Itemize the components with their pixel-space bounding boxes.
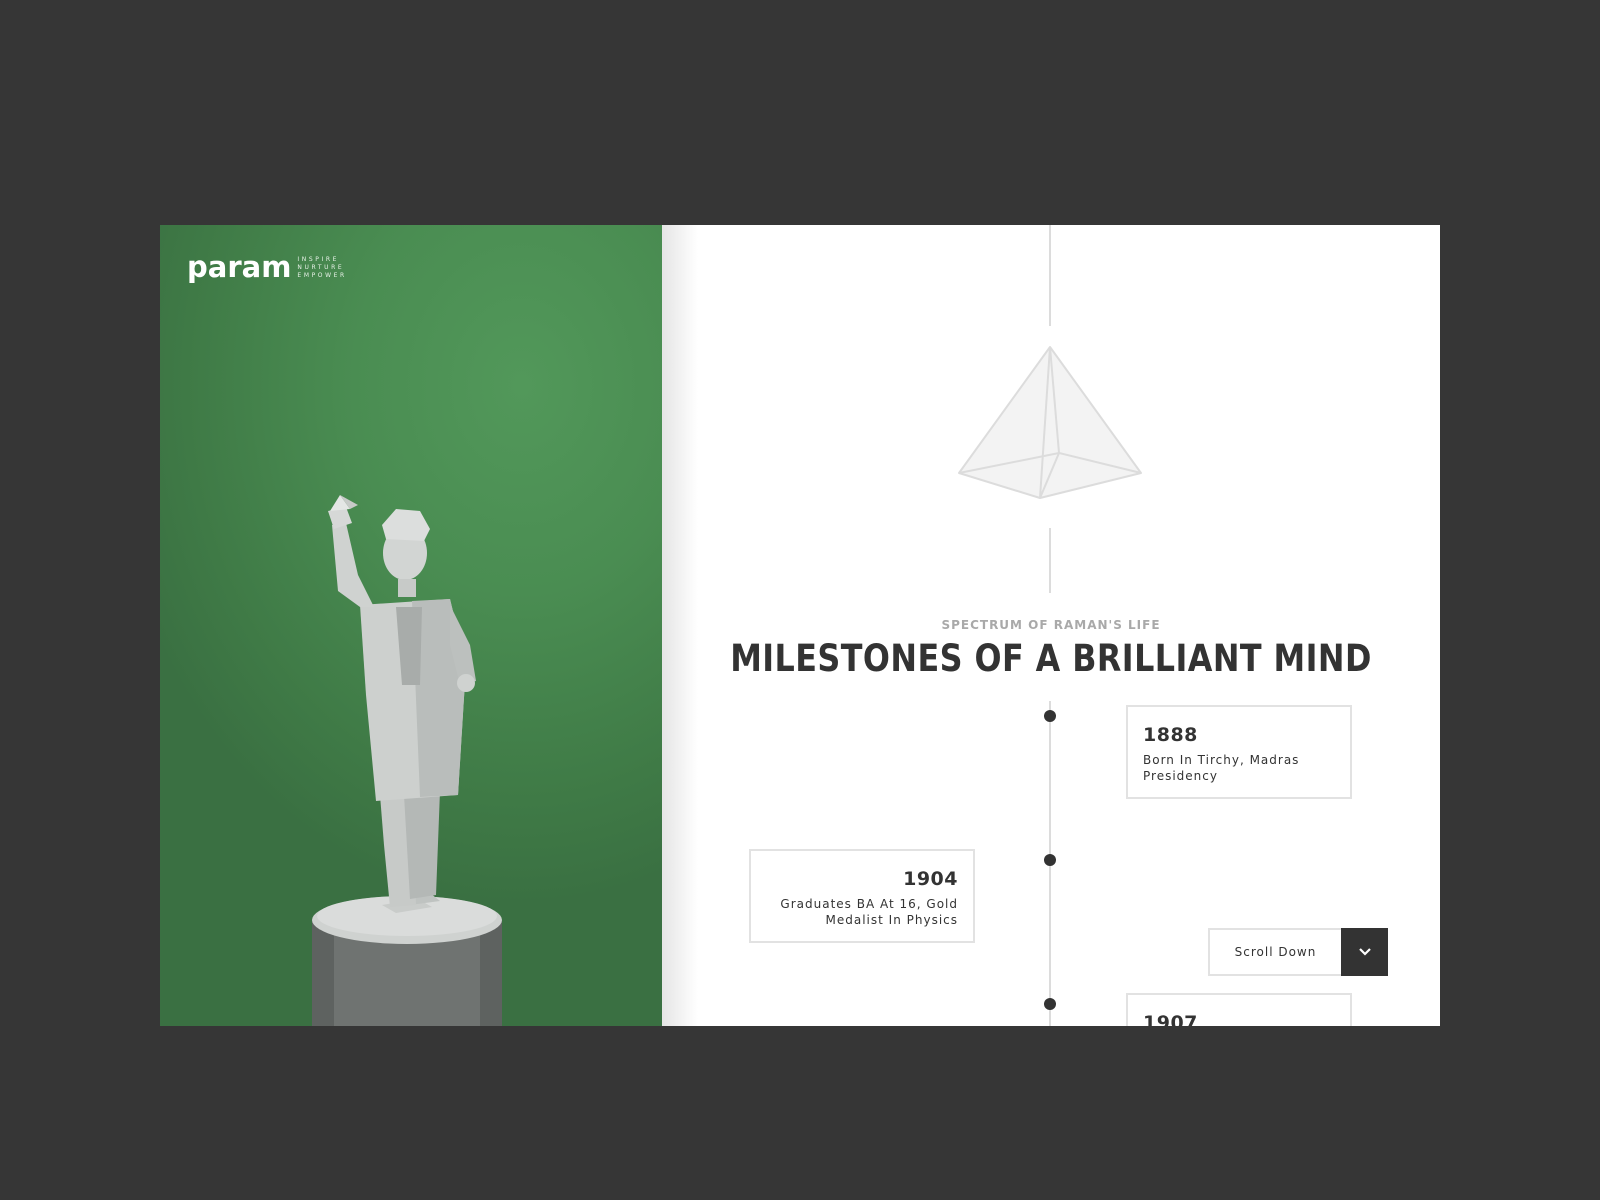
milestone-description: Born In Tirchy, Madras Presidency <box>1143 753 1300 783</box>
page-frame: param INSPIRE NURTURE EMPOWER SPECTRUM O… <box>160 225 1440 1026</box>
milestone-year: 1904 <box>903 868 958 890</box>
hero-panel: param INSPIRE NURTURE EMPOWER <box>160 225 662 1026</box>
timeline-axis <box>1049 528 1051 593</box>
pyramid-prism-icon <box>958 346 1142 499</box>
milestone-card[interactable]: 1904 Graduates BA At 16, Gold Medalist I… <box>749 849 975 943</box>
milestone-description: Graduates BA At 16, Gold Medalist In Phy… <box>780 897 958 927</box>
milestone-card[interactable]: 1907 <box>1126 993 1352 1026</box>
timeline-axis <box>1049 225 1051 326</box>
brand-logo[interactable]: param INSPIRE NURTURE EMPOWER <box>187 250 347 284</box>
brand-wordmark: param <box>187 250 292 284</box>
chevron-down-icon[interactable] <box>1341 928 1388 976</box>
tagline-line: INSPIRE <box>297 255 340 263</box>
milestone-year: 1907 <box>1143 1012 1198 1026</box>
timeline-dot <box>1044 710 1056 722</box>
tagline-line: NURTURE <box>297 263 345 271</box>
brand-tagline: INSPIRE NURTURE EMPOWER <box>297 256 346 279</box>
timeline-dot <box>1044 998 1056 1010</box>
tagline-line: EMPOWER <box>297 271 347 279</box>
scroll-down-button[interactable]: Scroll Down <box>1208 928 1388 976</box>
milestone-card[interactable]: 1888 Born In Tirchy, Madras Presidency <box>1126 705 1352 799</box>
raman-statue-image <box>312 495 502 1026</box>
scroll-down-label: Scroll Down <box>1234 945 1317 959</box>
section-eyebrow: SPECTRUM OF RAMAN'S LIFE <box>941 618 1161 632</box>
timeline-dot <box>1044 854 1056 866</box>
milestone-year: 1888 <box>1143 724 1198 746</box>
section-title: MILESTONES OF A BRILLIANT MIND <box>730 637 1372 680</box>
